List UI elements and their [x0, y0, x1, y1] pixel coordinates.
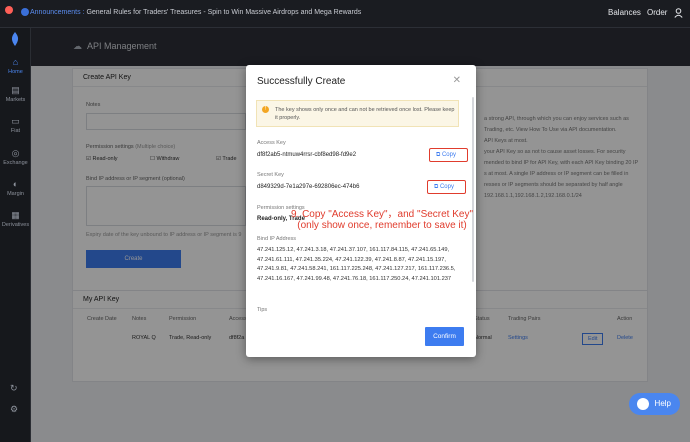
warning-text: The key shows only once and can not be r…: [275, 107, 455, 121]
card-icon: ▭: [11, 116, 20, 126]
order-link[interactable]: Order: [647, 8, 667, 17]
sidebar-item-derivatives[interactable]: ▦ Derivatives: [0, 211, 31, 239]
announcement-icon: [21, 8, 29, 16]
announcement-bar[interactable]: Announcements : General Rules for Trader…: [30, 9, 361, 16]
bind-ip-list: 47.241.125.12, 47.241.3.18, 47.241.37.10…: [257, 247, 456, 282]
access-key-value: df8f2ab5-ntmuw4rrsr-cbf8ed98-fd9e2: [257, 152, 357, 158]
sidebar-item-margin[interactable]: ◐ Margin: [0, 180, 31, 208]
announcement-label: Announcements :: [30, 9, 85, 16]
chart-icon: ▤: [11, 85, 20, 95]
settings-icon[interactable]: ⚙: [10, 404, 18, 415]
balances-link[interactable]: Balances: [608, 8, 641, 17]
announcement-text[interactable]: General Rules for Traders' Treasures - S…: [86, 9, 361, 16]
sidebar-item-exchange[interactable]: ◎ Exchange: [0, 149, 31, 177]
tips-label: Tips: [257, 307, 268, 313]
modal-title: Successfully Create: [257, 76, 346, 87]
warning-icon: !: [262, 106, 269, 113]
sidebar-item-fiat[interactable]: ▭ Fiat: [0, 117, 31, 145]
margin-icon: ◐: [12, 179, 19, 189]
sidebar: ⌂ Home ▤ Markets ▭ Fiat ◎ Exchange ◐ Mar…: [0, 28, 31, 442]
derivatives-icon: ▦: [11, 210, 20, 220]
help-button[interactable]: Help: [629, 393, 680, 415]
access-key-label: Access Key: [257, 140, 286, 146]
bind-ip-label: Bind IP Address: [257, 236, 297, 242]
chat-icon: [637, 398, 649, 410]
secret-key-value: d849329d-7e1a297e-692806ec-474b6: [257, 184, 360, 190]
copy-secret-button[interactable]: ⧉ Copy: [427, 180, 466, 194]
copy-access-button[interactable]: ⧉ Copy: [429, 148, 468, 162]
copy-icon: ⧉ Copy: [434, 184, 454, 190]
help-label: Help: [654, 399, 671, 408]
top-bar: Announcements : General Rules for Trader…: [0, 0, 690, 28]
sidebar-item-label: Markets: [5, 97, 26, 103]
sidebar-item-home[interactable]: ⌂ Home: [0, 58, 31, 86]
close-icon[interactable]: ✕: [453, 75, 461, 86]
sidebar-item-label: Margin: [7, 191, 24, 197]
user-icon[interactable]: [674, 8, 683, 18]
modal-scrollbar[interactable]: [472, 97, 474, 282]
tutorial-annotation: 9. Copy "Access Key"，and "Secret Key" (o…: [277, 209, 487, 231]
sidebar-item-label: Fiat: [10, 128, 21, 134]
annotation-line-1: 9. Copy "Access Key"，and "Secret Key": [290, 209, 474, 220]
refresh-icon[interactable]: ↻: [10, 383, 18, 394]
logo-icon[interactable]: [9, 32, 21, 46]
sidebar-item-label: Home: [8, 69, 23, 75]
sidebar-item-label: Derivatives: [1, 222, 30, 228]
close-window-button[interactable]: [5, 6, 13, 14]
warning-box: ! The key shows only once and can not be…: [256, 100, 459, 127]
annotation-line-2: (only show once, remember to save it): [297, 220, 467, 231]
secret-key-label: Secret Key: [257, 172, 284, 178]
app-window: Announcements : General Rules for Trader…: [0, 0, 690, 442]
exchange-icon: ◎: [11, 148, 20, 158]
home-icon: ⌂: [12, 57, 19, 67]
sidebar-item-label: Exchange: [3, 160, 28, 166]
confirm-button[interactable]: Confirm: [425, 327, 464, 346]
copy-icon: ⧉ Copy: [436, 152, 456, 158]
sidebar-item-markets[interactable]: ▤ Markets: [0, 86, 31, 114]
